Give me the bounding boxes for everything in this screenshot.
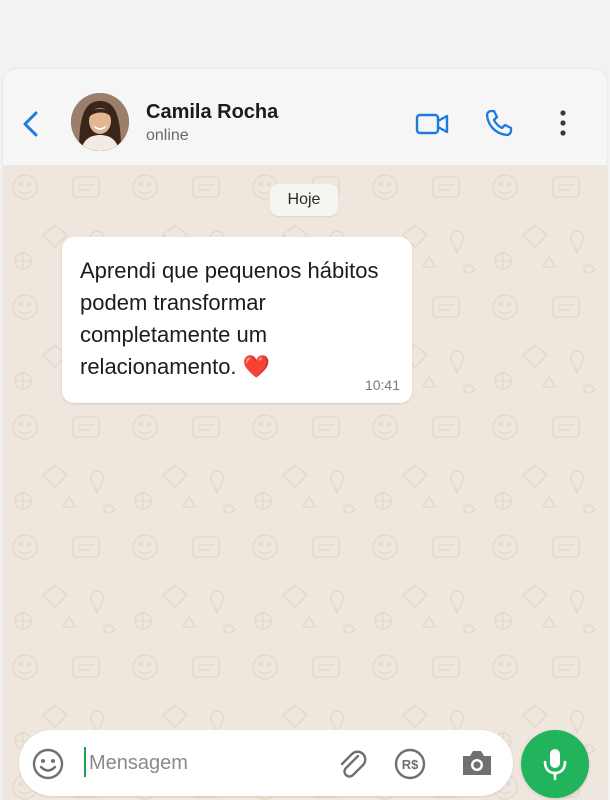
message-time: 10:41 (364, 377, 400, 393)
payment-label: R$ (402, 757, 419, 772)
microphone-icon (543, 749, 567, 781)
day-separator: Hoje (270, 184, 338, 216)
video-call-icon[interactable] (415, 109, 449, 139)
message-input[interactable] (89, 748, 309, 778)
avatar[interactable] (71, 93, 129, 151)
emoji-icon[interactable] (30, 746, 66, 782)
voice-call-icon[interactable] (483, 107, 515, 139)
message-text: Aprendi que pequenos hábitos podem trans… (80, 258, 379, 379)
payment-icon[interactable]: R$ (393, 747, 427, 781)
more-options-icon[interactable] (553, 107, 573, 139)
camera-icon[interactable] (459, 747, 495, 779)
back-arrow-icon[interactable] (17, 109, 47, 139)
contact-name[interactable]: Camila Rocha (146, 101, 278, 124)
chat-window: Camila Rocha online Hoje Aprendi que peq… (3, 69, 607, 800)
message-composer: R$ (19, 730, 513, 796)
chat-header: Camila Rocha online (3, 69, 607, 165)
contact-status: online (146, 127, 189, 144)
text-cursor (84, 747, 86, 777)
attach-icon[interactable] (334, 746, 368, 782)
message-bubble[interactable]: Aprendi que pequenos hábitos podem trans… (62, 237, 412, 403)
microphone-button[interactable] (521, 730, 589, 798)
